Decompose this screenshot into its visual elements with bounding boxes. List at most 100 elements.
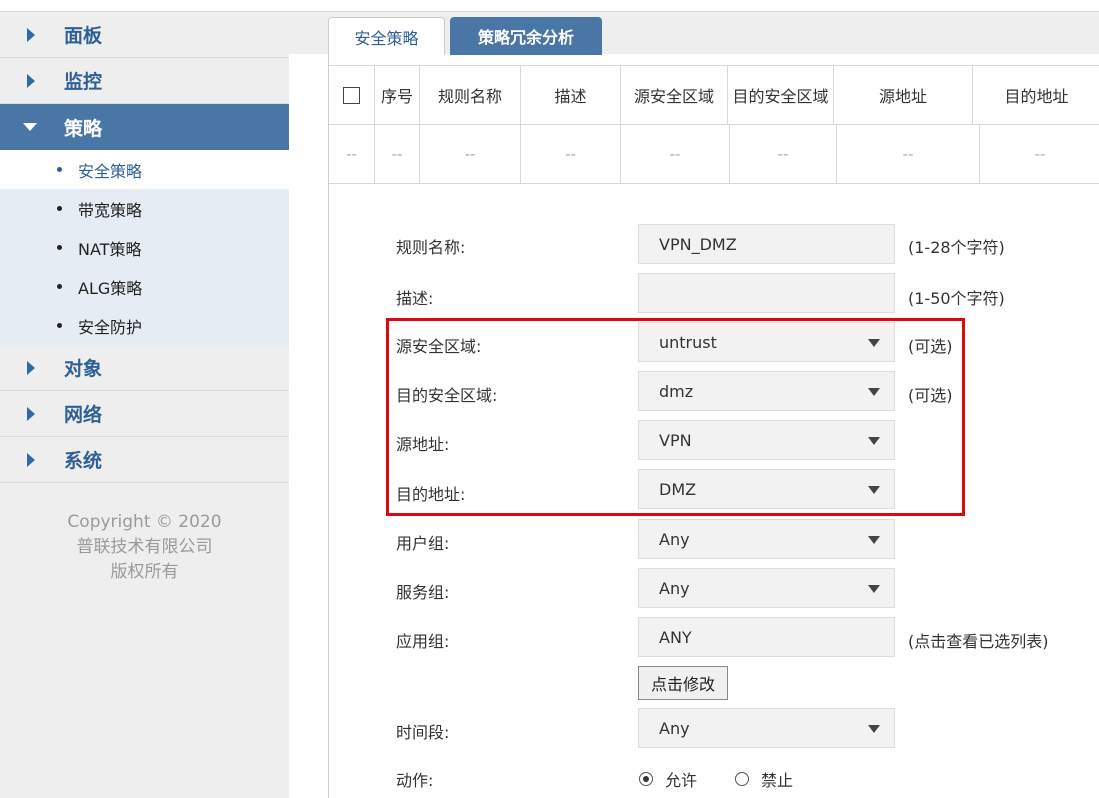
- radio-unchecked-icon: [735, 772, 749, 786]
- rule-name-hint: (1-28个字符): [908, 238, 1005, 257]
- submenu-item-label: NAT策略: [78, 239, 142, 259]
- select-all-checkbox[interactable]: [343, 86, 360, 104]
- tab-redundancy-analysis[interactable]: 策略冗余分析: [450, 17, 602, 55]
- time-range-select[interactable]: Any: [638, 708, 895, 748]
- triangle-right-icon: [27, 73, 35, 88]
- column-header-src-addr[interactable]: 源地址: [834, 66, 973, 124]
- select-all-cell: [329, 66, 375, 124]
- policy-content: 序号 规则名称 描述 源安全区域 目的安全区域 源地址 目的地址 -- -- -…: [328, 54, 1099, 798]
- triangle-right-icon: [27, 406, 35, 421]
- description-label: 描述:: [396, 289, 434, 308]
- submenu-item-security-policy[interactable]: 安全策略: [0, 150, 289, 189]
- chevron-down-icon: [868, 585, 880, 593]
- src-zone-label: 源安全区域:: [396, 337, 482, 356]
- src-addr-select[interactable]: VPN: [638, 420, 895, 460]
- submenu-item-bandwidth-policy[interactable]: 带宽策略: [0, 189, 289, 228]
- dst-zone-select[interactable]: dmz: [638, 371, 895, 411]
- bullet-icon: [57, 167, 62, 172]
- action-label: 动作:: [396, 771, 434, 790]
- submenu-item-security-protection[interactable]: 安全防护: [0, 306, 289, 345]
- sidebar-item-object[interactable]: 对象: [0, 345, 289, 391]
- submenu-item-label: 安全策略: [78, 161, 143, 181]
- table-cell: --: [521, 125, 621, 183]
- table-header: 序号 规则名称 描述 源安全区域 目的安全区域 源地址 目的地址: [329, 65, 1099, 125]
- time-range-value: Any: [659, 718, 690, 738]
- app-group-label: 应用组:: [396, 632, 450, 651]
- column-header-rule-name[interactable]: 规则名称: [420, 66, 521, 124]
- action-allow-label: 允许: [665, 771, 698, 790]
- main-panel: 安全策略 策略冗余分析 序号 规则名称 描述 源安全区域 目的安全区域 源地址 …: [289, 12, 1099, 798]
- table-cell: --: [329, 125, 375, 183]
- bullet-icon: [57, 323, 62, 328]
- action-deny-radio[interactable]: 禁止: [735, 767, 793, 791]
- service-group-select[interactable]: Any: [638, 568, 895, 608]
- policy-submenu: 安全策略 带宽策略 NAT策略 ALG策略 安全防护: [0, 150, 289, 345]
- copyright-line: Copyright © 2020: [67, 512, 222, 532]
- sidebar-item-label: 监控: [64, 71, 103, 93]
- copyright: Copyright © 2020 普联技术有限公司 版权所有: [0, 510, 289, 585]
- table-cell: --: [420, 125, 521, 183]
- rule-name-input[interactable]: VPN_DMZ: [638, 224, 895, 264]
- user-group-value: Any: [659, 529, 690, 549]
- sidebar-item-policy[interactable]: 策略: [0, 104, 289, 150]
- triangle-right-icon: [27, 360, 35, 375]
- bullet-icon: [57, 206, 62, 211]
- submenu-item-label: 带宽策略: [78, 200, 143, 220]
- time-range-label: 时间段:: [396, 723, 450, 742]
- sidebar-item-system[interactable]: 系统: [0, 437, 289, 483]
- sidebar-item-label: 面板: [64, 25, 103, 47]
- table-row: -- -- -- -- -- -- -- --: [329, 125, 1099, 184]
- src-addr-label: 源地址:: [396, 435, 450, 454]
- triangle-down-icon: [23, 123, 37, 131]
- sidebar: 面板 监控 策略 安全策略 带宽策略 NAT策略 ALG策略 安全防护 对象 网…: [0, 12, 289, 798]
- chevron-down-icon: [868, 725, 880, 733]
- service-group-value: Any: [659, 578, 690, 598]
- tab-security-policy[interactable]: 安全策略: [328, 17, 445, 55]
- dst-zone-label: 目的安全区域:: [396, 386, 498, 405]
- triangle-right-icon: [27, 452, 35, 467]
- action-allow-radio[interactable]: 允许: [639, 767, 697, 791]
- rule-name-label: 规则名称:: [396, 238, 466, 257]
- sidebar-item-label: 系统: [64, 450, 103, 472]
- dst-addr-label: 目的地址:: [396, 485, 466, 504]
- column-header-dst-zone[interactable]: 目的安全区域: [728, 66, 834, 124]
- column-header-description[interactable]: 描述: [521, 66, 621, 124]
- sidebar-item-label: 对象: [64, 358, 103, 380]
- tab-bar: 安全策略 策略冗余分析: [289, 12, 1099, 55]
- modify-button[interactable]: 点击修改: [638, 666, 728, 700]
- chevron-down-icon: [868, 486, 880, 494]
- sidebar-item-dashboard[interactable]: 面板: [0, 12, 289, 58]
- src-zone-hint: (可选): [908, 337, 953, 356]
- column-header-src-zone[interactable]: 源安全区域: [621, 66, 728, 124]
- table-cell: --: [621, 125, 730, 183]
- table-cell: --: [730, 125, 837, 183]
- app-group-input[interactable]: ANY: [638, 617, 895, 657]
- bullet-icon: [57, 284, 62, 289]
- dst-zone-hint: (可选): [908, 386, 953, 405]
- column-header-index[interactable]: 序号: [375, 66, 420, 124]
- sidebar-item-network[interactable]: 网络: [0, 391, 289, 437]
- table-cell: --: [837, 125, 980, 183]
- submenu-item-nat-policy[interactable]: NAT策略: [0, 228, 289, 267]
- sidebar-item-monitor[interactable]: 监控: [0, 58, 289, 104]
- chevron-down-icon: [868, 339, 880, 347]
- submenu-item-label: 安全防护: [78, 317, 143, 337]
- chevron-down-icon: [868, 536, 880, 544]
- dst-zone-value: dmz: [659, 381, 694, 401]
- submenu-item-label: ALG策略: [78, 278, 143, 298]
- bullet-icon: [57, 245, 62, 250]
- chevron-down-icon: [868, 388, 880, 396]
- description-input[interactable]: [638, 273, 895, 313]
- submenu-item-alg-policy[interactable]: ALG策略: [0, 267, 289, 306]
- src-addr-value: VPN: [659, 430, 692, 450]
- user-group-select[interactable]: Any: [638, 519, 895, 559]
- src-zone-select[interactable]: untrust: [638, 322, 895, 362]
- dst-addr-select[interactable]: DMZ: [638, 469, 895, 509]
- user-group-label: 用户组:: [396, 534, 450, 553]
- src-zone-value: untrust: [659, 332, 717, 352]
- dst-addr-value: DMZ: [659, 479, 697, 499]
- column-header-dst-addr[interactable]: 目的地址: [973, 66, 1099, 124]
- copyright-rights: 版权所有: [110, 562, 179, 582]
- radio-checked-icon: [639, 772, 653, 786]
- app-group-hint[interactable]: (点击查看已选列表): [908, 628, 1049, 652]
